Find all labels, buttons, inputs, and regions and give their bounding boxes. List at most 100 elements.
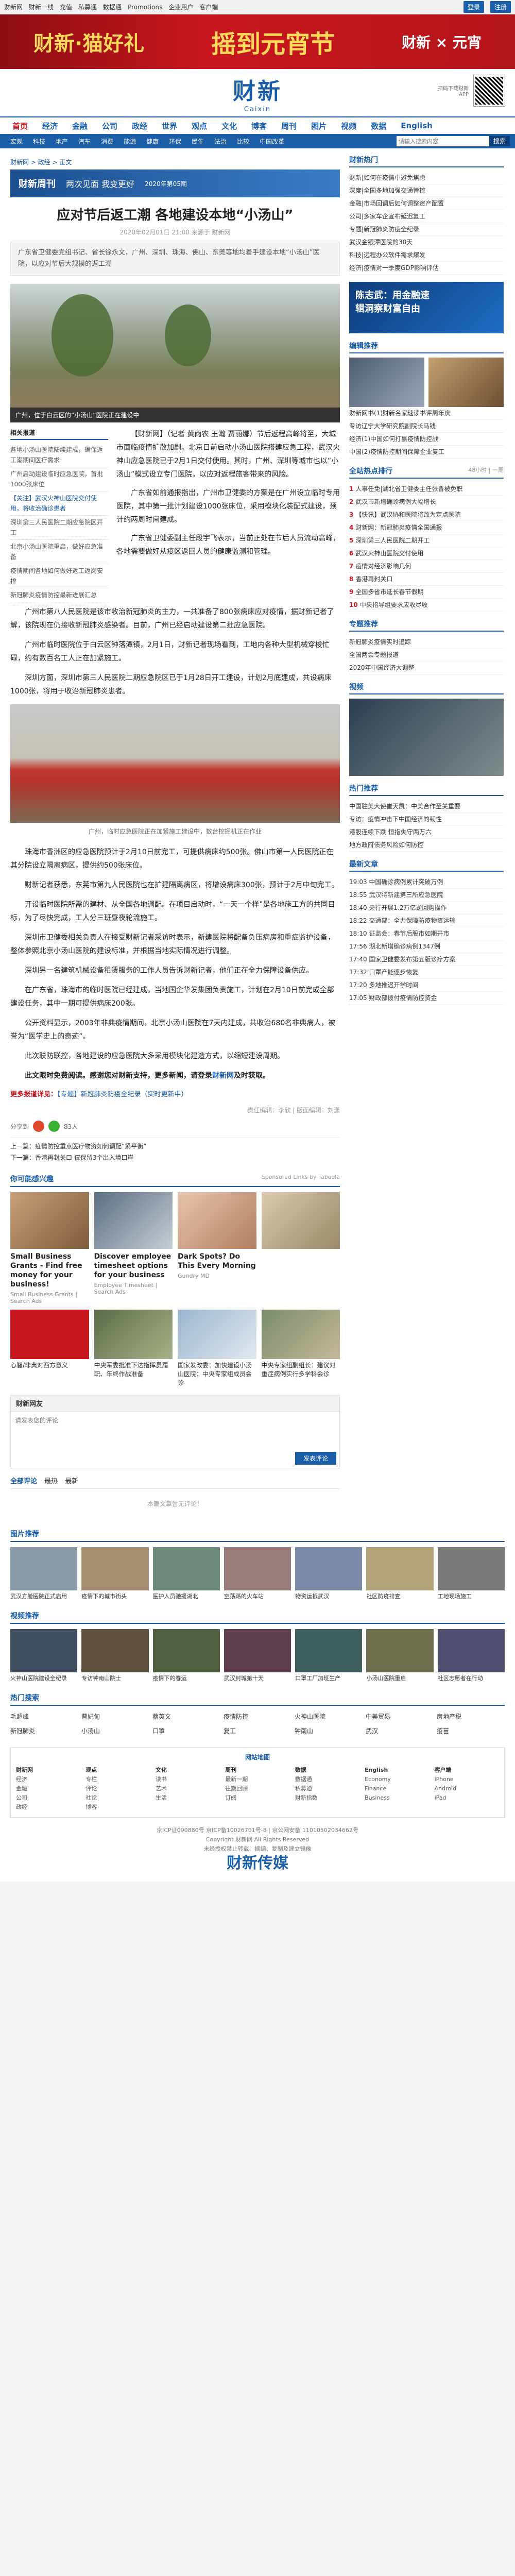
tab-hot[interactable]: 最热 [44, 1476, 58, 1485]
video-card[interactable]: 武汉封城第十天 [224, 1629, 291, 1682]
list-item[interactable]: 全国两会专题报道 [349, 649, 504, 662]
hot-link[interactable]: 小汤山 [81, 1725, 149, 1737]
rank-item[interactable]: 9 全国多省市延长春节假期 [349, 586, 504, 599]
list-item[interactable]: 专访辽宁大学研究院副院长马钱 [349, 420, 504, 433]
related-item[interactable]: 疫情期间各地如何做好返工返岗安排 [10, 564, 108, 588]
nav-item[interactable]: 周刊 [274, 121, 304, 131]
list-item[interactable]: 18:40 央行开展1.2万亿逆回购操作 [349, 902, 504, 914]
nav-item[interactable]: 世界 [154, 121, 184, 131]
list-item[interactable]: 18:10 证监会：春节后股市如期开市 [349, 927, 504, 940]
subnav-item[interactable]: 地产 [50, 137, 73, 146]
subnav-item[interactable]: 能源 [118, 137, 141, 146]
rank-item[interactable]: 7 疫情对经济影响几何 [349, 560, 504, 573]
hot-link[interactable]: 新冠肺炎 [10, 1725, 78, 1737]
subnav-item[interactable]: 环保 [164, 137, 186, 146]
list-item[interactable]: 18:22 交通部：全力保障防疫物资运输 [349, 914, 504, 927]
picture-card[interactable]: 物资运抵武汉 [295, 1547, 363, 1600]
news-card[interactable]: 心智/非典对西方意义 [10, 1310, 89, 1387]
tab-48h[interactable]: 48小时 [468, 467, 487, 473]
subnav-item[interactable]: 中国改革 [254, 137, 289, 146]
hot-link[interactable]: 毛超峰 [10, 1711, 78, 1722]
video-card[interactable]: 专访钟南山院士 [81, 1629, 149, 1682]
subnav-item[interactable]: 汽车 [73, 137, 96, 146]
nav-item[interactable]: English [393, 121, 440, 130]
sponsored-item[interactable]: Small Business Grants - Find free money … [10, 1192, 89, 1304]
hot-link[interactable]: 曹妃甸 [81, 1711, 149, 1722]
list-item[interactable]: 专访：疫情冲击下中国经济的韧性 [349, 813, 504, 826]
sponsored-item[interactable]: Discover employee timesheet options for … [94, 1192, 173, 1304]
list-item[interactable]: 地方政府债务风险如何防控 [349, 839, 504, 852]
video-card[interactable]: 疫情下的春运 [152, 1629, 220, 1682]
list-item[interactable]: 财新|如何在疫情中避免焦虑 [349, 172, 504, 184]
login-button[interactable]: 登录 [463, 1, 484, 13]
tab-all-comments[interactable]: 全部评论 [10, 1476, 37, 1485]
subnav-item[interactable]: 比较 [232, 137, 254, 146]
prev-article-link[interactable]: 上一篇：疫情防控重点医疗物资如何调配“紧平衡” [10, 1141, 340, 1152]
subnav-item[interactable]: 科技 [28, 137, 50, 146]
list-item[interactable]: 中国(2)疫情防控期间保障企业复工 [349, 446, 504, 459]
hot-link[interactable]: 中美贸易 [366, 1711, 434, 1722]
breadcrumb[interactable]: 财新网 > 政经 > 正文 [10, 155, 340, 170]
hot-link[interactable]: 疫情防控 [224, 1711, 291, 1722]
top-link[interactable]: 充值 [60, 3, 72, 11]
nav-item[interactable]: 经济 [35, 121, 65, 131]
picture-card[interactable]: 空荡荡的火车站 [224, 1547, 291, 1600]
video-thumb[interactable] [349, 699, 504, 776]
related-item[interactable]: 新冠肺炎疫情防控最新进展汇总 [10, 588, 108, 602]
caixin-link[interactable]: 财新网 [212, 1072, 234, 1080]
nav-item[interactable]: 公司 [95, 121, 125, 131]
site-logo[interactable]: 财新 Caixin [233, 73, 282, 113]
rank-item[interactable]: 1 人事任免|湖北省卫健委主任张晋被免职 [349, 483, 504, 496]
related-item[interactable]: 广州启动建设临时应急医院，首批1000张床位 [10, 467, 108, 492]
top-link[interactable]: 企业用户 [168, 3, 193, 11]
top-link[interactable]: 数据通 [103, 3, 122, 11]
hot-link[interactable]: 火神山医院 [295, 1711, 363, 1722]
register-button[interactable]: 注册 [490, 1, 511, 13]
list-item[interactable]: 财新网书(1)财新名家速读书评周年庆 [349, 407, 504, 420]
sidebar-ad[interactable]: 陈志武：用金融速 辑洞察财富自由 [349, 282, 504, 333]
subnav-item[interactable]: 民生 [186, 137, 209, 146]
rank-item[interactable]: 2 武汉市新增确诊病例大幅增长 [349, 496, 504, 509]
weibo-icon[interactable] [33, 1121, 45, 1132]
news-card[interactable]: 国家发改委：加快建设小汤山医院；中央专家组成员会诊 [178, 1310, 256, 1387]
hot-link[interactable]: 武汉 [366, 1725, 434, 1737]
nav-item[interactable]: 数据 [364, 121, 393, 131]
comment-input[interactable] [11, 1411, 339, 1447]
subnav-item[interactable]: 消费 [96, 137, 118, 146]
tab-latest[interactable]: 最新 [65, 1476, 78, 1485]
top-link[interactable]: 财新网 [4, 3, 23, 11]
news-card[interactable]: 中央军委批准下达指挥员履职、年终作战准备 [94, 1310, 173, 1387]
subnav-item[interactable]: 健康 [141, 137, 164, 146]
picture-card[interactable]: 武汉方舱医院正式启用 [10, 1547, 78, 1600]
nav-item[interactable]: 图片 [304, 121, 334, 131]
submit-comment-button[interactable]: 发表评论 [295, 1452, 336, 1465]
nav-item[interactable]: 文化 [214, 121, 244, 131]
topic-link[interactable]: 【专题】新冠肺炎防疫全纪录（实时更新中） [57, 1091, 188, 1098]
news-card[interactable]: 中央专家组副组长：建议对重症病例实行多学科会诊 [261, 1310, 340, 1387]
list-item[interactable]: 19:03 中国确诊病例累计突破万例 [349, 876, 504, 889]
list-item[interactable]: 2020年中国经济大调整 [349, 662, 504, 674]
picture-card[interactable]: 医护人员驰援湖北 [152, 1547, 220, 1600]
related-item[interactable]: 深圳第三人民医院二期应急院区开工 [10, 516, 108, 540]
nav-item[interactable]: 首页 [5, 121, 35, 131]
sponsored-item[interactable] [261, 1192, 340, 1304]
video-card[interactable]: 口罩工厂加班生产 [295, 1629, 363, 1682]
list-item[interactable]: 科技|远程办公软件需求爆发 [349, 249, 504, 262]
list-item[interactable]: 港股连续下跌 恒指失守两万六 [349, 826, 504, 839]
list-item[interactable]: 武汉金银潭医院的30天 [349, 236, 504, 249]
weekly-ad[interactable]: 财新周刊 两次见面 我变更好 2020年第05期 [10, 170, 340, 197]
rank-item[interactable]: 5 深圳第三人民医院二期开工 [349, 534, 504, 547]
list-item[interactable]: 经济(1)中国如何打赢疫情防控战 [349, 433, 504, 446]
rank-item[interactable]: 6 武汉火神山医院交付使用 [349, 547, 504, 560]
rank-item[interactable]: 3 【快讯】武汉协和医院将改为定点医院 [349, 509, 504, 521]
sponsored-item[interactable]: Dark Spots? Do This Every Morning Gundry … [178, 1192, 256, 1304]
top-link[interactable]: 客户端 [199, 3, 218, 11]
nav-item[interactable]: 金融 [65, 121, 95, 131]
tab-week[interactable]: 一周 [492, 467, 504, 473]
subnav-item[interactable]: 法治 [209, 137, 232, 146]
list-item[interactable]: 17:56 湖北新增确诊病例1347例 [349, 940, 504, 953]
list-item[interactable]: 中国驻美大使崔天凯：中美合作至关重要 [349, 800, 504, 813]
related-item[interactable]: 【关注】武汉火神山医院交付使用，将收治确诊患者 [10, 492, 108, 516]
search-button[interactable]: 搜索 [489, 136, 510, 146]
list-item[interactable]: 经济|疫情对一季度GDP影响评估 [349, 262, 504, 275]
